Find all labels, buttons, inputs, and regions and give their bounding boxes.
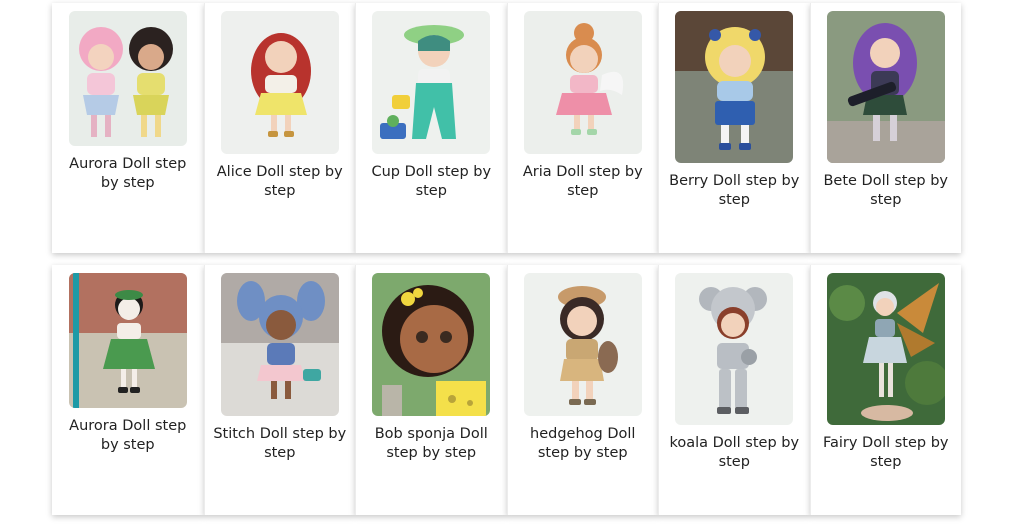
alice-doll-image[interactable] xyxy=(220,11,339,154)
product-title[interactable]: koala Doll step by step xyxy=(665,434,803,472)
product-title[interactable]: Aria Doll step by step xyxy=(514,163,652,201)
product-card-hedgehog[interactable]: hedgehog Doll step by step xyxy=(506,265,658,515)
product-row-1: Aurora Doll step by step Alice Doll step… xyxy=(52,3,961,253)
product-card-aurora-green[interactable]: Aurora Doll step by step xyxy=(52,265,204,515)
product-card-bete[interactable]: Bete Doll step by step xyxy=(809,3,961,253)
fairy-doll-image[interactable] xyxy=(826,273,945,425)
product-title[interactable]: Alice Doll step by step xyxy=(211,163,349,201)
product-card-bob-sponja[interactable]: Bob sponja Doll step by step xyxy=(355,265,507,515)
berry-doll-image[interactable] xyxy=(675,11,794,163)
product-card-fairy[interactable]: Fairy Doll step by step xyxy=(809,265,961,515)
hedgehog-doll-image[interactable] xyxy=(523,273,642,416)
product-title[interactable]: Cup Doll step by step xyxy=(362,163,500,201)
bete-doll-image[interactable] xyxy=(826,11,945,163)
stitch-doll-image[interactable] xyxy=(220,273,339,416)
product-title[interactable]: Aurora Doll step by step xyxy=(59,155,197,193)
product-row-2: Aurora Doll step by step Stitch Doll ste… xyxy=(52,265,961,515)
bob-sponja-doll-image[interactable] xyxy=(372,273,491,416)
product-card-cup[interactable]: Cup Doll step by step xyxy=(355,3,507,253)
cup-doll-image[interactable] xyxy=(372,11,491,154)
product-title[interactable]: Aurora Doll step by step xyxy=(59,417,197,455)
product-card-koala[interactable]: koala Doll step by step xyxy=(658,265,810,515)
aurora-doll-image[interactable] xyxy=(68,11,187,146)
product-title[interactable]: Berry Doll step by step xyxy=(665,172,803,210)
product-card-berry[interactable]: Berry Doll step by step xyxy=(658,3,810,253)
product-title[interactable]: Fairy Doll step by step xyxy=(817,434,955,472)
product-title[interactable]: hedgehog Doll step by step xyxy=(514,425,652,463)
koala-doll-image[interactable] xyxy=(675,273,794,425)
product-title[interactable]: Bete Doll step by step xyxy=(817,172,955,210)
product-card-alice[interactable]: Alice Doll step by step xyxy=(203,3,355,253)
product-card-aria[interactable]: Aria Doll step by step xyxy=(506,3,658,253)
product-card-aurora[interactable]: Aurora Doll step by step xyxy=(52,3,204,253)
aurora-green-doll-image[interactable] xyxy=(68,273,187,408)
product-title[interactable]: Bob sponja Doll step by step xyxy=(362,425,500,463)
product-card-stitch[interactable]: Stitch Doll step by step xyxy=(203,265,355,515)
aria-doll-image[interactable] xyxy=(523,11,642,154)
product-title[interactable]: Stitch Doll step by step xyxy=(211,425,349,463)
